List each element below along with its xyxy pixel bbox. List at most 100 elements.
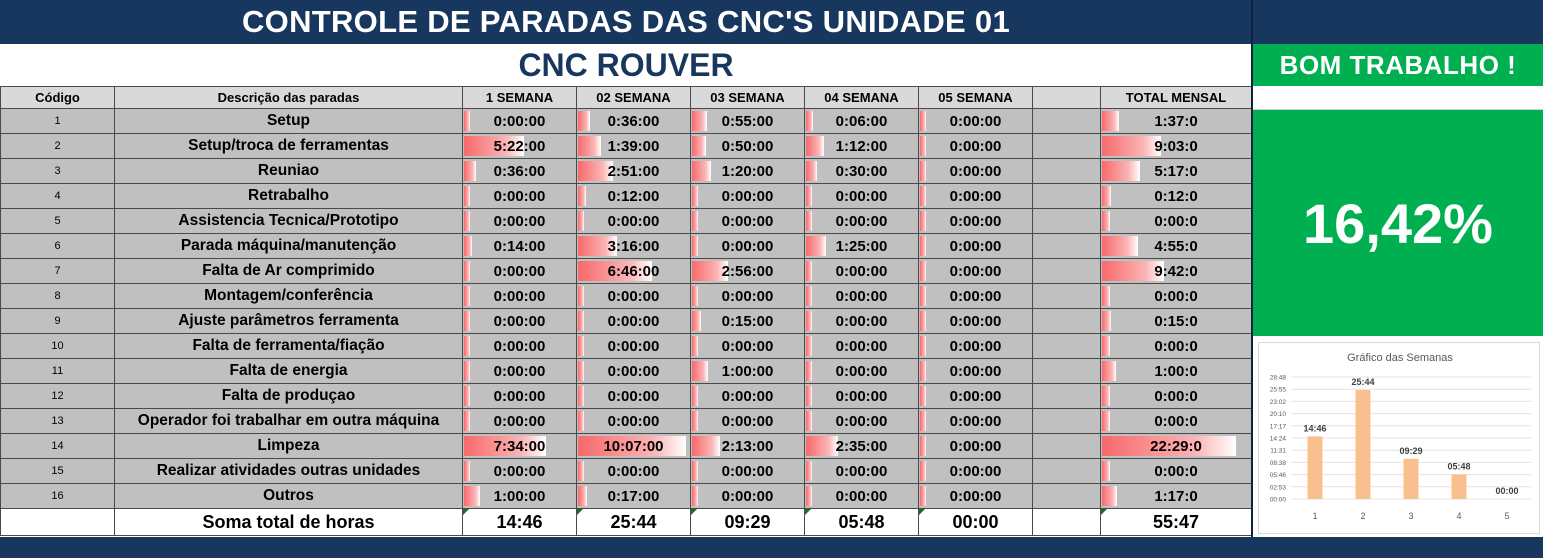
week-value: 0:00:00 — [493, 387, 546, 405]
week-value-cell: 0:00:00 — [804, 333, 919, 359]
data-bar — [1102, 386, 1110, 406]
week-value: 0:00:00 — [835, 262, 888, 280]
column-header: Código — [0, 86, 115, 109]
x-tick-label: 1 — [1312, 511, 1317, 521]
week-value: 0:00:00 — [835, 362, 888, 380]
week-value-cell: 0:00:00 — [576, 208, 691, 234]
week-value-cell: 0:00:00 — [462, 333, 577, 359]
total-value-cell: 9:42:0 — [1100, 258, 1252, 284]
table-row: 1 Setup 0:00:00 0:36:00 0:55:00 0:06:00 0:00:0… — [0, 108, 1252, 134]
week-value-cell: 3:16:00 — [576, 233, 691, 259]
week-value: 0:00:00 — [721, 287, 774, 305]
data-bar — [578, 111, 591, 131]
week-value: 0:00:00 — [949, 337, 1002, 355]
week-value-cell: 0:36:00 — [462, 158, 577, 184]
row-description: Assistencia Tecnica/Prototipo — [114, 208, 463, 234]
week-value-cell: 0:00:00 — [918, 308, 1033, 334]
row-description: Realizar atividades outras unidades — [114, 458, 463, 484]
week-value-cell: 0:00:00 — [918, 183, 1033, 209]
total-value: 5:17:0 — [1154, 162, 1198, 180]
y-tick-label: 05:46 — [1270, 472, 1287, 479]
row-code: 2 — [0, 133, 115, 159]
column-header: 02 SEMANA — [576, 86, 691, 109]
week-value: 0:00:00 — [721, 387, 774, 405]
data-bar — [806, 261, 812, 281]
sum-row: Soma total de horas 14:46 25:44 09:29 05:48 0… — [0, 508, 1252, 536]
week-sum-value: 09:29 — [724, 511, 771, 532]
total-value-cell: 4:55:0 — [1100, 233, 1252, 259]
total-value: 1:00:0 — [1154, 362, 1198, 380]
week-sum-value: 05:48 — [838, 511, 885, 532]
week-value-cell: 0:30:00 — [804, 158, 919, 184]
column-header — [1032, 86, 1101, 109]
table-row: 12 Falta de produçao 0:00:00 0:00:00 0:00:00… — [0, 383, 1252, 409]
row-code: 10 — [0, 333, 115, 359]
row-description: Operador foi trabalhar em outra máquina — [114, 408, 463, 434]
total-value: 1:17:0 — [1154, 487, 1198, 505]
percentage-indicator: 16,42% — [1253, 109, 1543, 336]
total-value: 0:00:0 — [1154, 287, 1198, 305]
week-value-cell: 0:00:00 — [690, 283, 805, 309]
data-bar — [920, 236, 926, 256]
week-sum-value: 00:00 — [952, 511, 999, 532]
data-bar — [806, 186, 812, 206]
y-tick-label: 17:17 — [1270, 423, 1287, 430]
data-bar — [464, 486, 481, 506]
data-bar — [578, 361, 584, 381]
data-bar — [806, 486, 812, 506]
data-bar — [692, 411, 698, 431]
week-value-cell: 0:00:00 — [576, 458, 691, 484]
week-value-cell: 0:00:00 — [576, 383, 691, 409]
data-bar — [920, 461, 926, 481]
total-value-cell: 0:12:0 — [1100, 183, 1252, 209]
week-value: 1:25:00 — [835, 237, 888, 255]
data-bar — [806, 436, 839, 456]
data-bar — [578, 461, 584, 481]
week-value: 0:00:00 — [721, 487, 774, 505]
total-value: 22:29:0 — [1150, 437, 1202, 455]
spacer-cell — [1032, 483, 1101, 509]
data-label: 09:29 — [1399, 446, 1422, 456]
week-value: 0:00:00 — [721, 212, 774, 230]
total-value-cell: 0:00:0 — [1100, 283, 1252, 309]
data-bar — [692, 311, 701, 331]
week-value: 0:00:00 — [493, 112, 546, 130]
week-value-cell: 0:00:00 — [462, 408, 577, 434]
y-tick-label: 00:00 — [1270, 497, 1287, 504]
table-row: 3 Reuniao 0:36:00 2:51:00 1:20:00 0:30:00 0:00… — [0, 158, 1252, 184]
data-bar — [578, 311, 584, 331]
data-bar — [920, 386, 926, 406]
data-bar — [920, 361, 926, 381]
data-bar — [692, 486, 698, 506]
machine-title: CNC ROUVER — [0, 44, 1252, 86]
week-value: 1:20:00 — [721, 162, 774, 180]
data-bar — [578, 186, 587, 206]
y-tick-label: 08:38 — [1270, 460, 1287, 467]
data-bar — [1102, 186, 1112, 206]
bottom-band — [0, 537, 1543, 558]
week-sum-value: 14:46 — [496, 511, 543, 532]
page-title: CONTROLE DE PARADAS DAS CNC'S UNIDADE 01 — [0, 0, 1252, 44]
total-value: 9:42:0 — [1154, 262, 1198, 280]
spacer-cell — [1032, 358, 1101, 384]
good-job-banner: BOM TRABALHO ! — [1253, 44, 1543, 86]
data-bar — [692, 286, 698, 306]
week-sum: 25:44 — [576, 508, 691, 536]
spacer-cell — [1032, 458, 1101, 484]
week-value: 0:00:00 — [493, 362, 546, 380]
week-value: 0:00:00 — [835, 412, 888, 430]
week-value: 0:00:00 — [949, 387, 1002, 405]
spacer-cell — [1032, 183, 1101, 209]
week-value-cell: 0:00:00 — [918, 408, 1033, 434]
week-value: 0:00:00 — [493, 462, 546, 480]
data-bar — [692, 461, 698, 481]
data-bar — [464, 386, 470, 406]
week-value: 0:55:00 — [721, 112, 774, 130]
week-value-cell: 1:00:00 — [462, 483, 577, 509]
week-value: 0:00:00 — [721, 412, 774, 430]
data-bar — [920, 136, 926, 156]
week-value: 6:46:00 — [607, 262, 660, 280]
week-value-cell: 0:00:00 — [918, 258, 1033, 284]
week-value: 0:00:00 — [607, 337, 660, 355]
row-description: Outros — [114, 483, 463, 509]
